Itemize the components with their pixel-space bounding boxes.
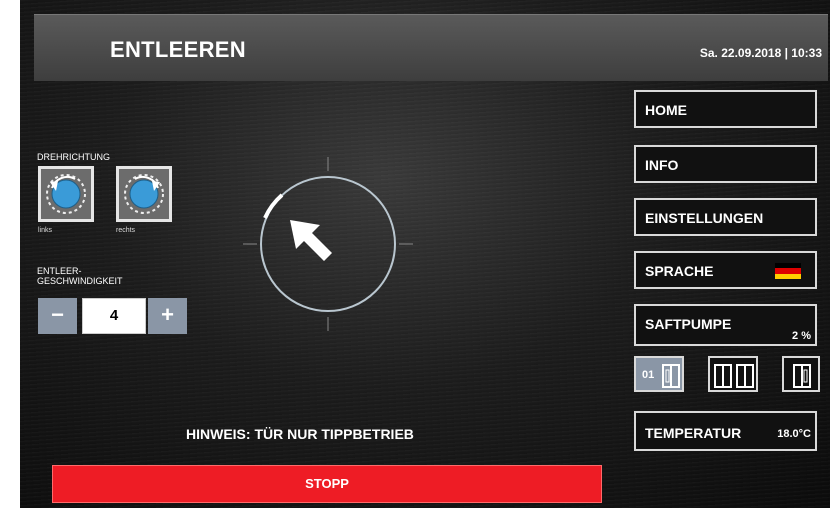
rotate-right-label: rechts <box>116 227 136 234</box>
hint-text: HINWEIS: TÜR NUR TIPPBETRIEB <box>186 426 414 442</box>
speed-value: 4 <box>82 298 146 334</box>
juice-pump-label: SAFTPUMPE <box>645 316 732 332</box>
machine-screen: ENTLEEREN Sa. 22.09.2018 | 10:33 DREHRIC… <box>20 0 830 508</box>
datetime-display: Sa. 22.09.2018 | 10:33 <box>699 46 822 60</box>
speed-increase-button[interactable]: + <box>148 298 187 334</box>
pump-select-01[interactable]: 01 <box>634 356 684 392</box>
rotation-label: DREHRICHTUNG <box>37 152 110 162</box>
rotate-left-button[interactable] <box>38 166 94 222</box>
info-button-label: INFO <box>645 157 679 173</box>
language-button-label: SPRACHE <box>645 263 714 279</box>
temperature-value: 18.0°C <box>777 428 811 440</box>
language-button[interactable]: SPRACHE <box>634 251 817 289</box>
settings-button[interactable]: EINSTELLUNGEN <box>634 198 817 236</box>
pump-select-02[interactable] <box>708 356 758 392</box>
pump-number: 01 <box>642 369 655 381</box>
pump-icon <box>662 364 680 388</box>
home-button-label: HOME <box>645 102 687 118</box>
info-button[interactable]: INFO <box>634 145 817 183</box>
rotate-right-icon <box>124 174 164 214</box>
stop-button[interactable]: STOPP <box>52 465 602 503</box>
temperature-button[interactable]: TEMPERATUR 18.0°C <box>634 411 817 451</box>
drum-direction-arrow-icon <box>290 220 332 261</box>
pump-icon <box>714 364 732 388</box>
rotate-right-button[interactable] <box>116 166 172 222</box>
pump-select-03[interactable] <box>782 356 820 392</box>
speed-decrease-button[interactable]: − <box>38 298 77 334</box>
settings-button-label: EINSTELLUNGEN <box>645 210 764 226</box>
speed-label-line2: GESCHWINDIGKEIT <box>37 276 123 286</box>
juice-pump-button[interactable]: SAFTPUMPE 2 % <box>634 304 817 346</box>
pump-icon <box>793 364 811 388</box>
drum-position-dial <box>243 157 413 331</box>
header-bar: ENTLEEREN Sa. 22.09.2018 | 10:33 <box>34 14 828 81</box>
home-button[interactable]: HOME <box>634 90 817 128</box>
german-flag-icon <box>775 263 801 279</box>
juice-pump-value: 2 % <box>792 330 811 342</box>
speed-label: ENTLEER- GESCHWINDIGKEIT <box>37 266 157 286</box>
pump-icon <box>736 364 754 388</box>
rotate-left-label: links <box>38 227 53 234</box>
page-title: ENTLEEREN <box>110 37 246 62</box>
temperature-label: TEMPERATUR <box>645 425 742 441</box>
speed-label-line1: ENTLEER- <box>37 266 82 276</box>
rotate-left-icon <box>46 174 86 214</box>
dial-position-marker <box>263 193 284 219</box>
